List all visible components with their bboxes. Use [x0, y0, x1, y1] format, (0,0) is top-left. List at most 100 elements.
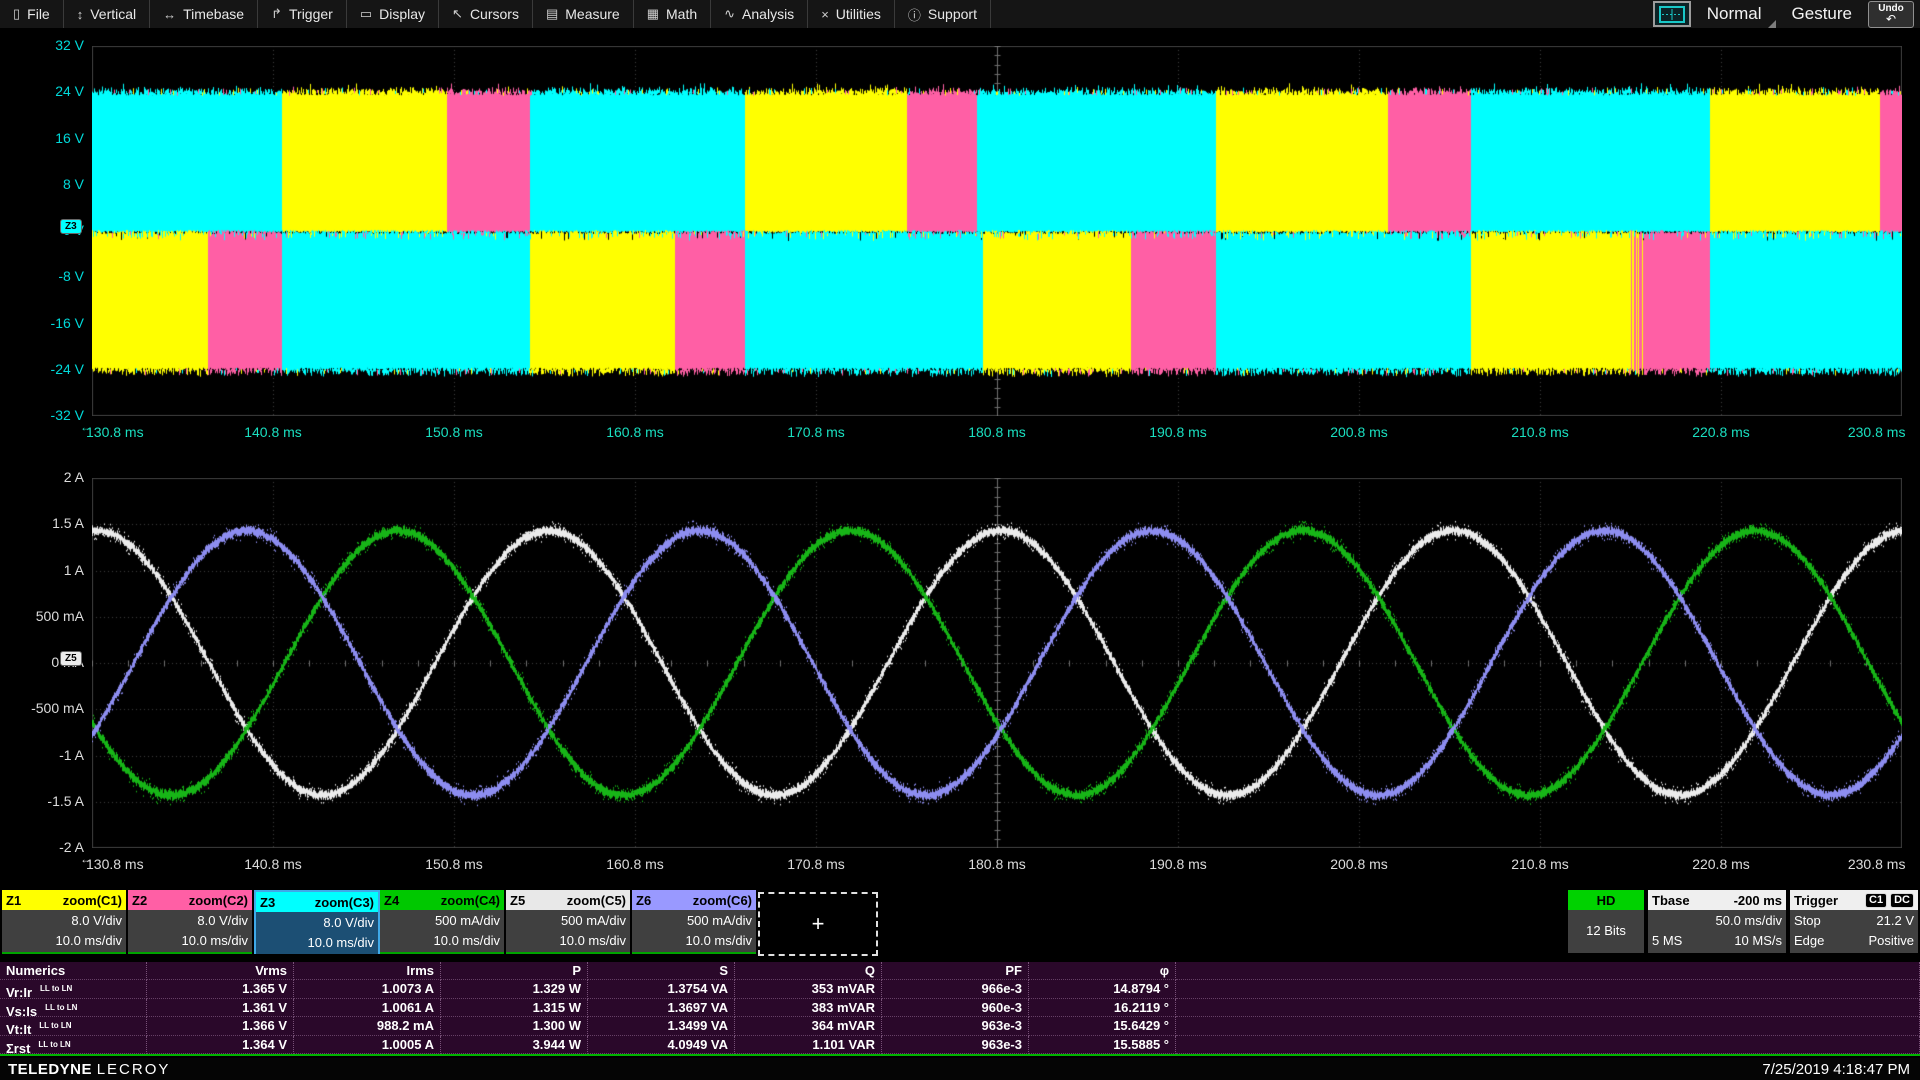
- current-x-axis-label: 220.8 ms: [1692, 856, 1750, 872]
- current-x-axis-label: 210.8 ms: [1511, 856, 1569, 872]
- channel-box-z2[interactable]: Z2zoom(C2)8.0 V/div10.0 ms/div: [128, 890, 252, 954]
- add-trace-button[interactable]: +: [758, 892, 878, 956]
- menu-item-label: Trigger: [289, 6, 333, 22]
- channel-box-z5[interactable]: Z5zoom(C5)500 mA/div10.0 ms/div: [506, 890, 630, 954]
- menu-item-display[interactable]: ▭Display: [347, 0, 439, 28]
- menubar: ▯File↕Vertical↔Timebase↱Trigger▭Display↖…: [0, 0, 1920, 29]
- current-x-axis-label: 130.8 ms: [86, 856, 144, 872]
- voltage-x-axis-label: 160.8 ms: [606, 424, 664, 440]
- channel-id: Z6: [636, 893, 651, 908]
- z3-zero-marker[interactable]: Z3: [60, 219, 82, 234]
- current-x-axis-label: 200.8 ms: [1330, 856, 1388, 872]
- menu-item-label: Display: [379, 6, 425, 22]
- cursors-icon: ↖: [452, 6, 463, 22]
- voltage-y-axis-label: -8 V: [0, 268, 84, 284]
- channel-box-z1[interactable]: Z1zoom(C1)8.0 V/div10.0 ms/div: [2, 890, 126, 954]
- current-y-axis-label: -500 mA: [0, 700, 84, 716]
- trigger-level: 21.2 V: [1876, 911, 1914, 931]
- hd-descriptor-box[interactable]: HD 12 Bits: [1568, 890, 1644, 952]
- channel-id: Z2: [132, 893, 147, 908]
- current-x-axis-label: 160.8 ms: [606, 856, 664, 872]
- menu-item-label: Cursors: [470, 6, 519, 22]
- undo-button[interactable]: Undo ↶: [1868, 1, 1914, 28]
- numerics-value: 1.3499 VA: [588, 1017, 735, 1035]
- channel-vertical-scale: 500 mA/div: [380, 911, 500, 931]
- pan-left-icon: ←: [80, 852, 92, 866]
- current-x-axis-label: 180.8 ms: [968, 856, 1026, 872]
- trigger-descriptor-box[interactable]: Trigger C1 DC Stop 21.2 V Edge Positive: [1790, 890, 1918, 952]
- menubar-right: Normal Gesture Undo ↶: [1653, 0, 1920, 28]
- current-waveform-canvas[interactable]: [92, 478, 1902, 848]
- tbase-offset: -200 ms: [1734, 893, 1782, 908]
- channel-horizontal-scale: 10.0 ms/div: [128, 931, 248, 951]
- numerics-value: 1.361 V: [147, 999, 294, 1017]
- grid-display-button[interactable]: [1653, 1, 1691, 27]
- voltage-waveform-canvas[interactable]: [92, 46, 1902, 416]
- channel-source: zoom(C1): [63, 893, 122, 908]
- channel-horizontal-scale: 10.0 ms/div: [2, 931, 122, 951]
- z5-zero-marker[interactable]: Z5: [60, 651, 82, 666]
- menu-item-trigger[interactable]: ↱Trigger: [258, 0, 347, 28]
- channel-id: Z3: [260, 895, 275, 910]
- current-y-axis-label: -1.5 A: [0, 793, 84, 809]
- current-y-axis-label: 1.5 A: [0, 515, 84, 531]
- numerics-row-label: ΣrstLL to LN: [0, 1036, 147, 1054]
- tbase-rate: 10 MS/s: [1734, 931, 1782, 951]
- numerics-value: 1.364 V: [147, 1036, 294, 1054]
- menu-item-measure[interactable]: ▤Measure: [533, 0, 634, 28]
- menu-item-file[interactable]: ▯File: [0, 0, 64, 28]
- menu-item-label: Math: [666, 6, 697, 22]
- voltage-y-axis-label: 16 V: [0, 130, 84, 146]
- channel-horizontal-scale: 10.0 ms/div: [256, 933, 374, 953]
- menu-item-cursors[interactable]: ↖ Cursors: [439, 0, 533, 28]
- numerics-value: 1.366 V: [147, 1017, 294, 1035]
- voltage-x-axis-label: 150.8 ms: [425, 424, 483, 440]
- channel-source: zoom(C6): [693, 893, 752, 908]
- menu-item-timebase[interactable]: ↔Timebase: [150, 0, 258, 28]
- display-mode-dropdown[interactable]: Normal: [1707, 4, 1776, 24]
- numerics-filler: [1176, 1036, 1920, 1054]
- current-waveform-grid[interactable]: [92, 478, 1902, 848]
- numerics-value: 1.0061 A: [294, 999, 441, 1017]
- numerics-value: 1.315 W: [441, 999, 588, 1017]
- channel-id: Z1: [6, 893, 21, 908]
- timebase-descriptor-box[interactable]: Tbase -200 ms 50.0 ms/div 5 MS 10 MS/s: [1648, 890, 1786, 952]
- numerics-column-header: Vrms: [147, 962, 294, 980]
- voltage-x-axis-label: 180.8 ms: [968, 424, 1026, 440]
- numerics-row-label: Vr:IrLL to LN: [0, 980, 147, 998]
- menu-item-support[interactable]: ⓘSupport: [895, 0, 991, 28]
- menu-item-vertical[interactable]: ↕Vertical: [64, 0, 150, 28]
- brand-primary: TELEDYNE: [8, 1061, 92, 1078]
- channel-source: zoom(C2): [189, 893, 248, 908]
- menu-item-utilities[interactable]: ×Utilities: [808, 0, 895, 28]
- numerics-value: 963e-3: [882, 1017, 1029, 1035]
- channel-box-z4[interactable]: Z4zoom(C4)500 mA/div10.0 ms/div: [380, 890, 504, 954]
- numerics-value: 1.3754 VA: [588, 980, 735, 998]
- menu-item-analysis[interactable]: ∿Analysis: [711, 0, 808, 28]
- numerics-value: 15.5885 °: [1029, 1036, 1176, 1054]
- menu-item-label: Utilities: [836, 6, 881, 22]
- menu-item-math[interactable]: ▦Math: [634, 0, 711, 28]
- voltage-y-axis-label: 32 V: [0, 37, 84, 53]
- channel-vertical-scale: 500 mA/div: [632, 911, 752, 931]
- voltage-x-axis-label: 220.8 ms: [1692, 424, 1750, 440]
- gesture-button[interactable]: Gesture: [1792, 4, 1852, 24]
- statusbar: TELEDYNE LECROY 7/25/2019 4:18:47 PM: [0, 1058, 1920, 1080]
- numerics-value: 16.2119 °: [1029, 999, 1176, 1017]
- numerics-value: 1.329 W: [441, 980, 588, 998]
- numerics-column-header: P: [441, 962, 588, 980]
- current-x-axis-label: 150.8 ms: [425, 856, 483, 872]
- voltage-waveform-grid[interactable]: [92, 46, 1902, 416]
- dropdown-corner-icon: [1768, 20, 1776, 28]
- menu-item-label: File: [27, 6, 50, 22]
- channel-box-z3[interactable]: Z3zoom(C3)8.0 V/div10.0 ms/div: [254, 890, 380, 954]
- voltage-y-axis-label: 8 V: [0, 176, 84, 192]
- display-mode-label: Normal: [1707, 4, 1762, 23]
- numerics-row-tag: LL to LN: [45, 1003, 77, 1012]
- trigger-source-badge: C1: [1865, 893, 1887, 908]
- numerics-table: NumericsVrmsIrmsPSQPFφVr:IrLL to LN1.365…: [0, 962, 1920, 1056]
- voltage-x-axis-label: 190.8 ms: [1149, 424, 1207, 440]
- voltage-x-axis-label: 130.8 ms: [86, 424, 144, 440]
- channel-box-z6[interactable]: Z6zoom(C6)500 mA/div10.0 ms/div: [632, 890, 756, 954]
- current-x-axis-label: 230.8 ms: [1848, 856, 1906, 872]
